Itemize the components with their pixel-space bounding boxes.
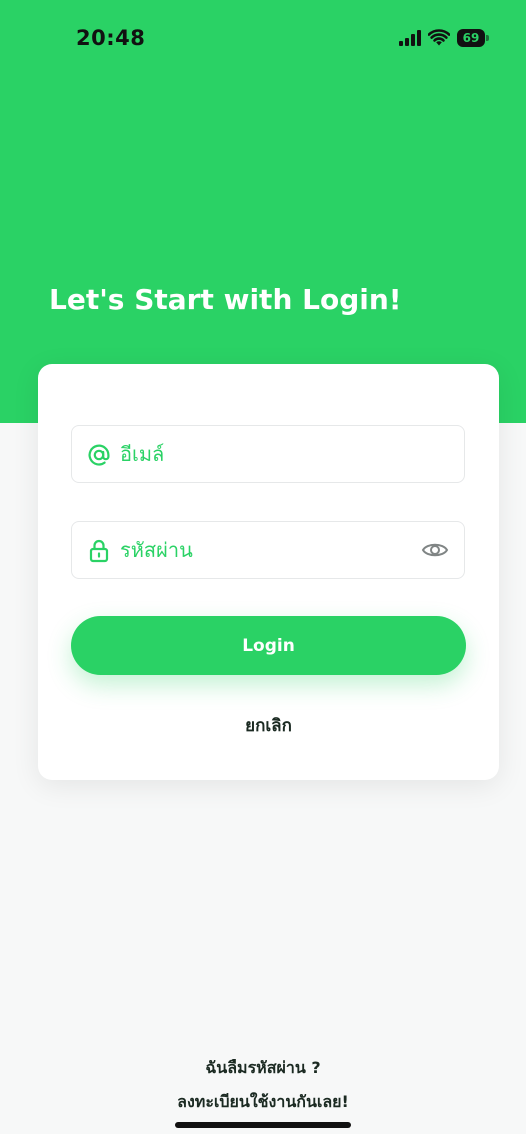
at-icon: [86, 442, 112, 468]
login-button[interactable]: Login: [71, 616, 466, 675]
status-icons: 69: [399, 26, 489, 50]
register-link[interactable]: ลงทะเบียนใช้งานกันเลย!: [0, 1090, 526, 1115]
signal-icon: [399, 30, 421, 46]
battery-icon: 69: [457, 28, 489, 48]
eye-icon[interactable]: [420, 537, 450, 563]
email-field-container: [71, 425, 465, 483]
wifi-icon: [428, 29, 450, 46]
cancel-button[interactable]: ยกเลิก: [38, 712, 499, 739]
status-bar: 20:48 69: [0, 0, 526, 80]
battery-level: 69: [457, 29, 485, 47]
email-input[interactable]: [120, 426, 410, 482]
forgot-password-link[interactable]: ฉันลืมรหัสผ่าน ?: [0, 1056, 526, 1081]
lock-icon: [86, 538, 112, 564]
home-indicator: [175, 1122, 351, 1128]
password-input[interactable]: [120, 522, 410, 578]
page-title: Let's Start with Login!: [49, 283, 402, 316]
status-time: 20:48: [76, 26, 146, 50]
login-card: Login ยกเลิก: [38, 364, 499, 780]
password-field-container: [71, 521, 465, 579]
